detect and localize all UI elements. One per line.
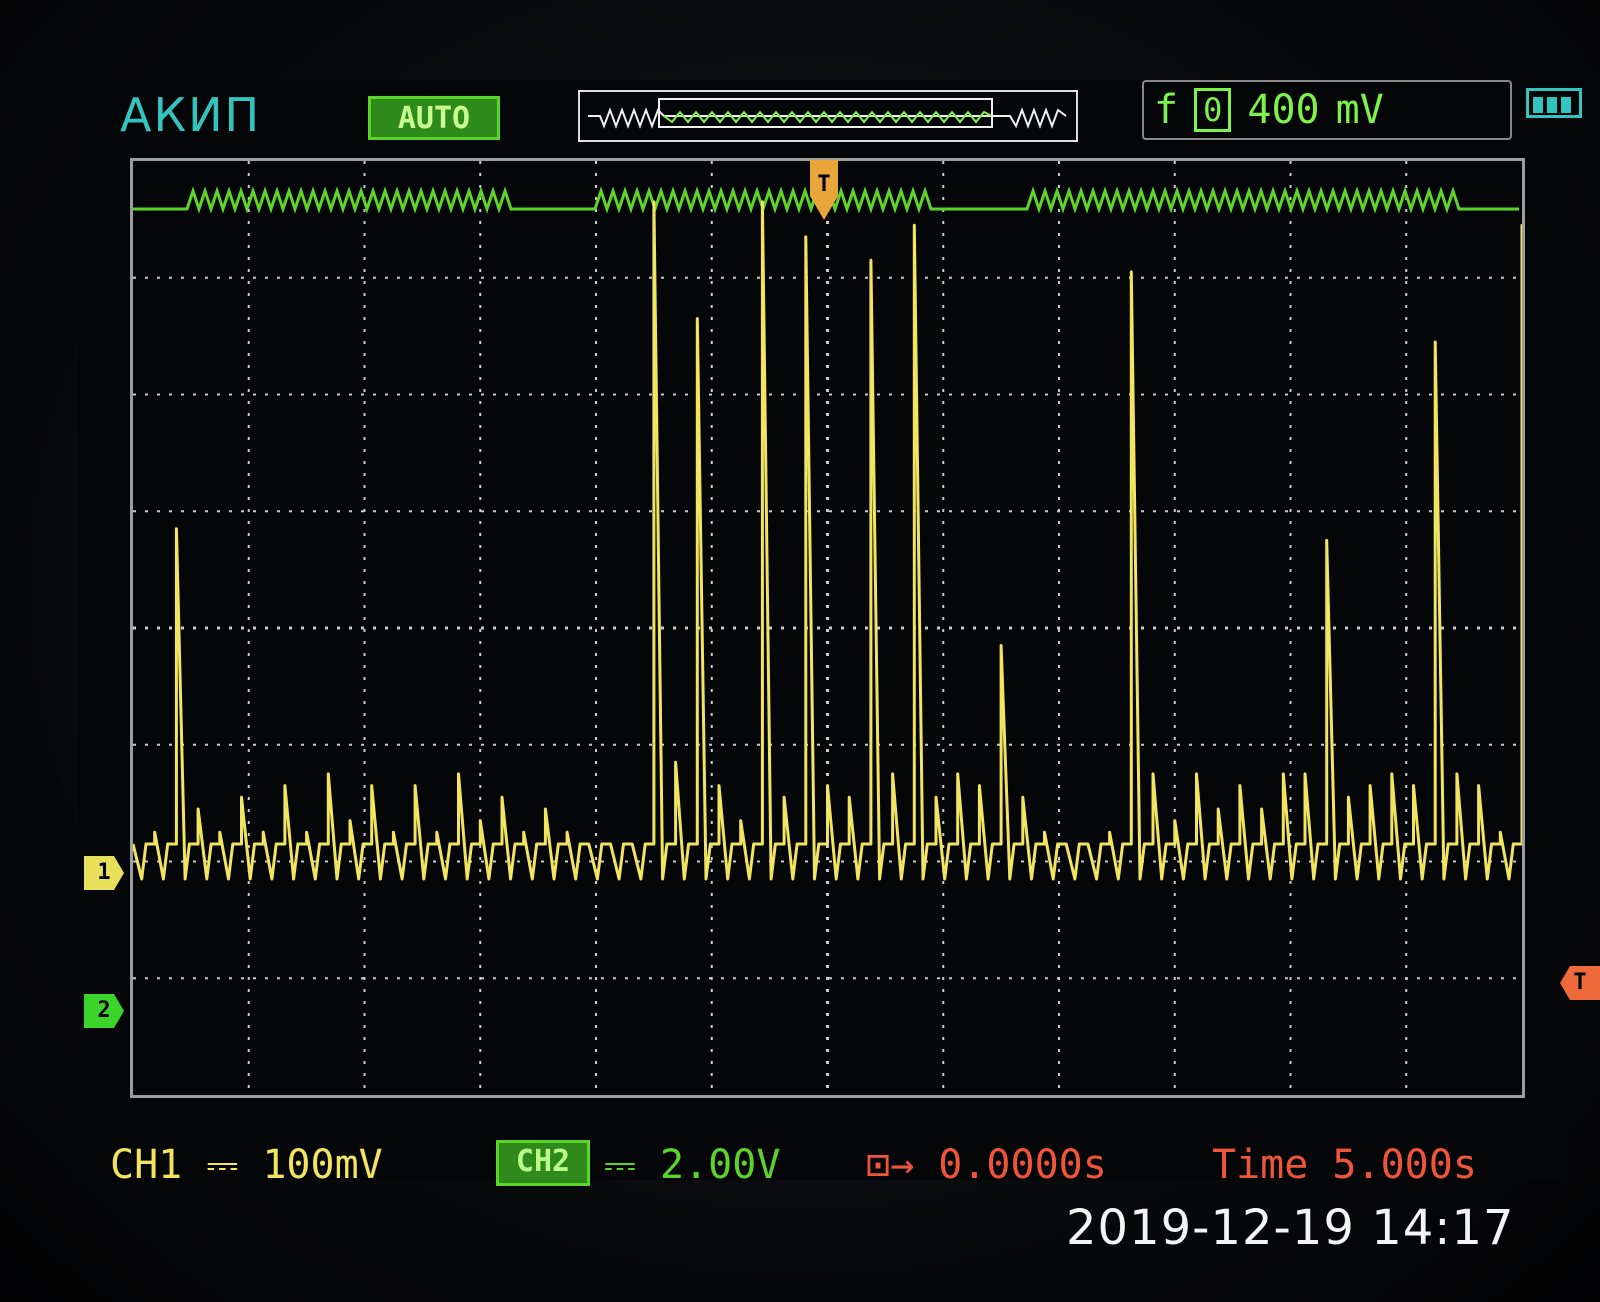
trigger-coupling: 0 (1194, 88, 1232, 132)
trigger-unit: mV (1335, 87, 1384, 133)
trigger-edge-icon: f (1154, 87, 1179, 133)
ch2-scale-label: ⎓ 2.00V (604, 1142, 781, 1188)
waveform-grid[interactable] (130, 158, 1525, 1098)
timebase-label: Time 5.000s (1212, 1142, 1477, 1188)
battery-icon (1526, 88, 1582, 118)
brand-logo: АКИП (120, 88, 262, 142)
trigger-level: 400 (1247, 87, 1320, 133)
ch2-badge[interactable]: CH2 (496, 1140, 590, 1186)
ch1-trace (133, 200, 1522, 881)
trigger-panel[interactable]: f 0 400 mV (1142, 80, 1512, 140)
memory-position-bar[interactable] (578, 90, 1078, 142)
run-mode-badge[interactable]: AUTO (368, 96, 500, 140)
waveform-plot (133, 161, 1522, 1095)
horizontal-offset-label: ⊡→ 0.0000s (866, 1142, 1107, 1188)
photo-timestamp: 2019-12-19 14:17 (1066, 1200, 1515, 1256)
memory-window[interactable] (658, 98, 993, 128)
ch1-scale-label: CH1 ⎓ 100mV (110, 1142, 383, 1188)
